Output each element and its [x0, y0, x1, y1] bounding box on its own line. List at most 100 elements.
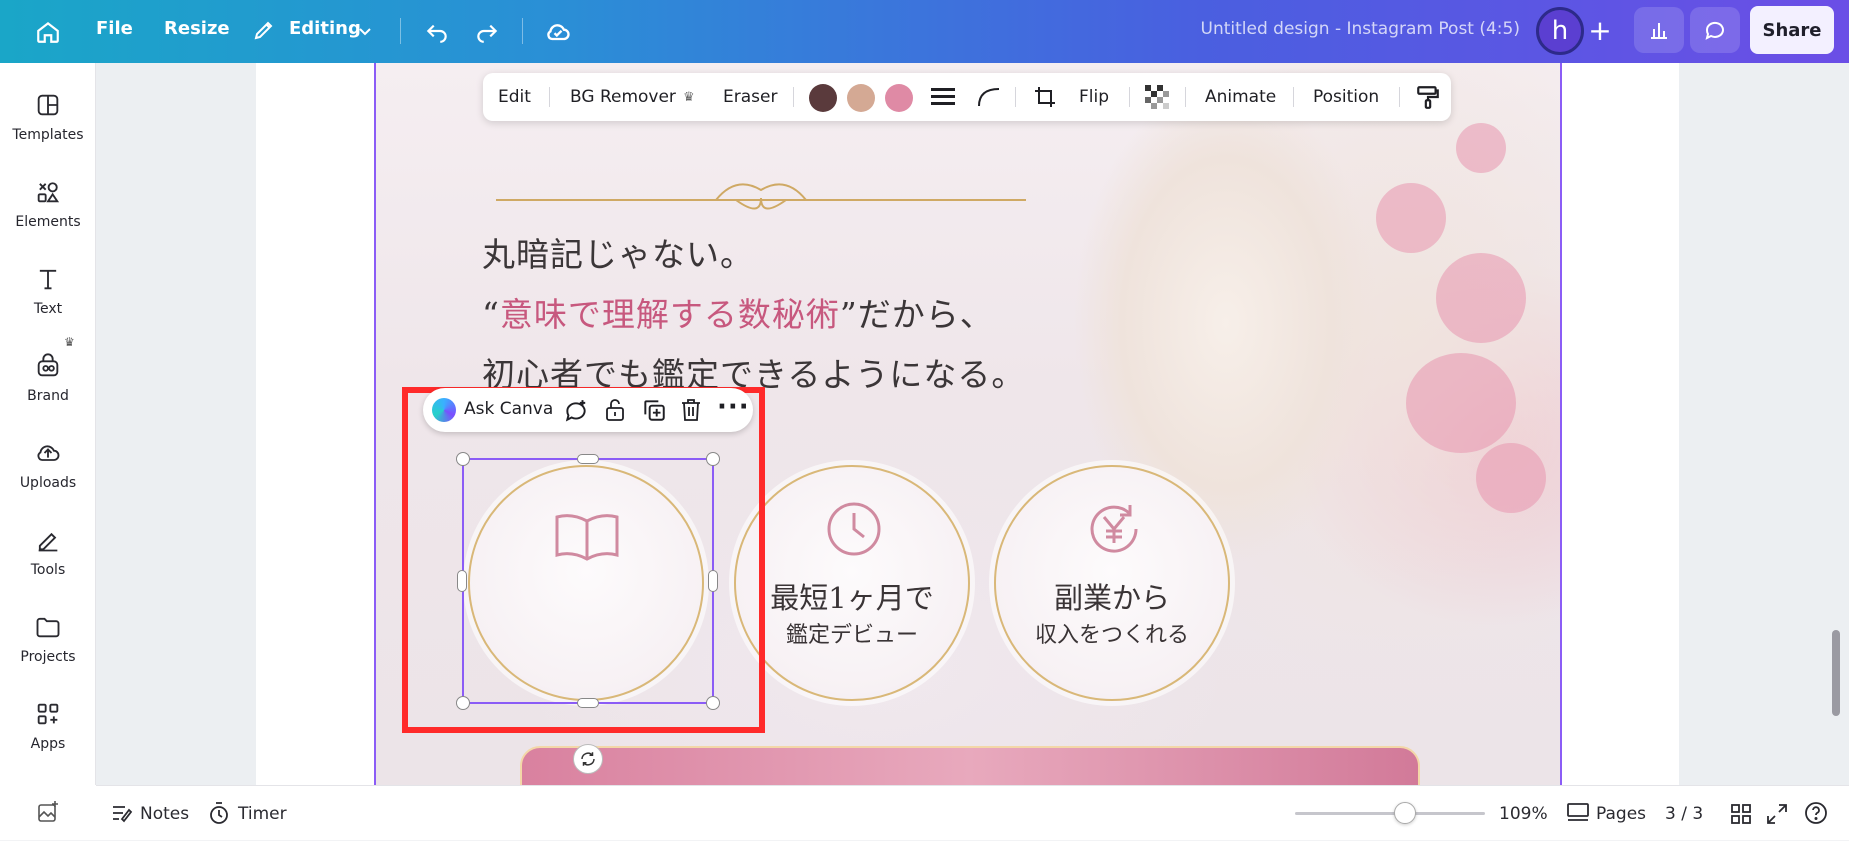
- duplicate-icon[interactable]: [641, 397, 667, 423]
- eraser-button[interactable]: Eraser: [723, 73, 777, 121]
- flip-button[interactable]: Flip: [1079, 73, 1109, 121]
- feature-circle[interactable]: 最短1ヶ月で 鑑定デビュー: [734, 465, 970, 701]
- resize-handle[interactable]: [577, 454, 599, 464]
- selection-outline[interactable]: [462, 458, 714, 704]
- left-bottom-panel: [0, 785, 96, 840]
- transparency-icon[interactable]: [1145, 85, 1169, 109]
- animate-button[interactable]: Animate: [1205, 73, 1276, 121]
- page-count: 3 / 3: [1665, 803, 1704, 824]
- border-style-icon[interactable]: [931, 86, 955, 108]
- resize-handle[interactable]: [456, 696, 470, 710]
- edit-button[interactable]: Edit: [498, 73, 531, 121]
- timer-icon: [210, 802, 228, 824]
- feature-circle[interactable]: 副業から 収入をつくれる: [994, 465, 1230, 701]
- tools-icon: [38, 532, 58, 552]
- ask-canva-button[interactable]: Ask Canva: [464, 399, 553, 419]
- sidebar-item-label: Templates: [12, 127, 84, 143]
- feature-title: 最短1ヶ月で: [770, 581, 934, 615]
- sidebar-item-label: Tools: [30, 562, 66, 578]
- editing-mode-button[interactable]: Editing: [289, 18, 361, 39]
- yen-icon: [1090, 505, 1138, 553]
- zoom-level[interactable]: 109%: [1499, 786, 1548, 841]
- pink-banner[interactable]: [520, 746, 1420, 785]
- sidebar-item-projects[interactable]: Projects: [0, 613, 96, 665]
- sidebar-item-uploads[interactable]: Uploads: [0, 439, 96, 491]
- sidebar-item-text[interactable]: Text: [0, 265, 96, 317]
- left-sidebar: Templates Elements Text Brand ♛ Uploads …: [0, 63, 96, 785]
- avatar[interactable]: h: [1536, 7, 1584, 55]
- paint-format-icon[interactable]: [1415, 84, 1441, 110]
- notes-icon: [113, 806, 133, 823]
- undo-icon[interactable]: [420, 14, 454, 48]
- document-title[interactable]: Untitled design - Instagram Post (4:5): [1150, 19, 1520, 39]
- sidebar-item-elements[interactable]: Elements: [0, 178, 96, 230]
- add-comment-icon[interactable]: [563, 398, 589, 424]
- divider: [1399, 87, 1400, 107]
- clock-icon: [827, 502, 881, 556]
- trash-icon[interactable]: [679, 397, 703, 423]
- crown-icon: ♛: [683, 89, 695, 105]
- file-menu[interactable]: File: [96, 18, 133, 39]
- sidebar-item-tools[interactable]: Tools: [0, 526, 96, 578]
- redo-icon[interactable]: [470, 14, 504, 48]
- sidebar-item-templates[interactable]: Templates: [0, 91, 96, 143]
- vertical-scrollbar[interactable]: [1832, 630, 1840, 716]
- pages-button[interactable]: Pages: [1596, 786, 1646, 841]
- color-swatch[interactable]: [885, 84, 913, 112]
- feature-subtitle: 鑑定デビュー: [785, 623, 918, 648]
- rotate-icon[interactable]: [573, 744, 603, 774]
- zoom-slider-track[interactable]: [1295, 812, 1485, 815]
- insights-icon[interactable]: [1634, 7, 1684, 53]
- resize-handle[interactable]: [708, 570, 718, 592]
- sidebar-item-label: Brand: [27, 388, 69, 404]
- feature-subtitle: 収入をつくれる: [1034, 623, 1189, 648]
- notes-button[interactable]: Notes: [140, 786, 189, 841]
- open-quote: “: [482, 295, 500, 334]
- resize-handle[interactable]: [456, 452, 470, 466]
- elements-icon: [37, 182, 60, 203]
- fullscreen-icon[interactable]: [1766, 803, 1788, 825]
- crop-icon[interactable]: [1033, 85, 1057, 109]
- bg-remover-button[interactable]: BG Remover: [570, 73, 676, 121]
- magic-media-icon[interactable]: [36, 800, 60, 824]
- resize-handle[interactable]: [457, 570, 467, 592]
- grid-view-icon[interactable]: [1730, 803, 1752, 825]
- help-icon[interactable]: [1804, 801, 1828, 825]
- canva-ai-icon: [432, 398, 456, 422]
- uploads-icon: [37, 445, 60, 461]
- headline-line-1: 丸暗記じゃない。: [482, 235, 754, 274]
- pencil-icon: [250, 16, 278, 44]
- color-swatch[interactable]: [847, 84, 875, 112]
- home-icon[interactable]: [30, 14, 66, 50]
- resize-handle[interactable]: [577, 698, 599, 708]
- more-icon[interactable]: ···: [717, 392, 750, 422]
- timer-button[interactable]: Timer: [238, 786, 287, 841]
- resize-button[interactable]: Resize: [164, 18, 230, 39]
- sidebar-item-label: Text: [33, 301, 63, 317]
- share-button[interactable]: Share: [1750, 6, 1834, 54]
- chevron-down-icon[interactable]: [354, 20, 376, 42]
- position-button[interactable]: Position: [1313, 73, 1379, 121]
- pages-icon: [1567, 803, 1589, 821]
- headline-line-2-rest: ”だから、: [839, 295, 994, 334]
- cloud-saved-icon[interactable]: [540, 14, 576, 50]
- zoom-slider-handle[interactable]: [1394, 802, 1416, 824]
- bottom-bar: Notes Timer 109% Pages 3 / 3: [96, 785, 1849, 840]
- blossom: [1406, 353, 1516, 453]
- brand-icon: [37, 353, 59, 377]
- sidebar-item-apps[interactable]: Apps: [0, 700, 96, 752]
- divider: [522, 18, 523, 44]
- comment-icon[interactable]: [1690, 7, 1740, 53]
- projects-icon: [36, 617, 60, 638]
- sidebar-item-brand[interactable]: Brand: [0, 352, 96, 404]
- gold-ornament: [496, 183, 1026, 210]
- blossom: [1376, 183, 1446, 253]
- corner-rounding-icon[interactable]: [977, 86, 1001, 108]
- context-toolbar: Edit BG Remover ♛ Eraser Flip Animate Po…: [483, 73, 1451, 121]
- headline-line-2: “意味で理解する数秘術”だから、: [482, 288, 994, 336]
- plus-icon[interactable]: +: [1580, 8, 1620, 52]
- resize-handle[interactable]: [706, 696, 720, 710]
- color-swatch[interactable]: [809, 84, 837, 112]
- resize-handle[interactable]: [706, 452, 720, 466]
- lock-icon[interactable]: [603, 397, 627, 423]
